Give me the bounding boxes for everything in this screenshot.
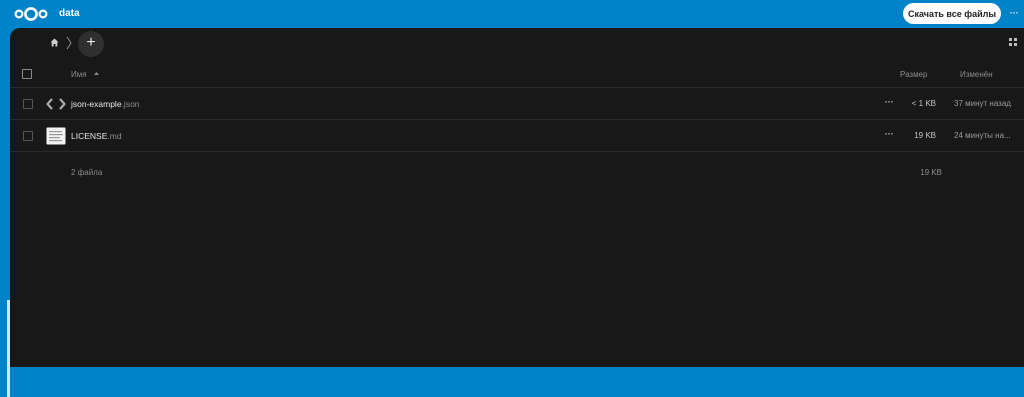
- grid-view-icon[interactable]: [1009, 38, 1017, 46]
- column-header-size[interactable]: Размер: [900, 70, 928, 79]
- column-header-modified[interactable]: Изменён: [960, 70, 993, 79]
- row-checkbox[interactable]: [23, 131, 33, 141]
- grid-view-icon-cell: [1009, 43, 1012, 46]
- file-name[interactable]: LICENSE.md: [71, 131, 122, 141]
- column-header-name[interactable]: Имя: [71, 70, 87, 79]
- grid-view-icon-cell: [1009, 38, 1012, 41]
- table-header: Имя Размер Изменён: [10, 60, 1024, 88]
- file-name[interactable]: json-example.json: [71, 99, 140, 109]
- file-list-panel: + Имя Размер Изменён json-example.json ·…: [10, 28, 1024, 367]
- select-all-checkbox[interactable]: [22, 69, 32, 79]
- top-bar: data Скачать все файлы ···: [0, 0, 1024, 30]
- table-row[interactable]: json-example.json ··· < 1 KB 37 минут на…: [10, 88, 1024, 120]
- table-row[interactable]: LICENSE.md ··· 19 KB 24 минуты на...: [10, 120, 1024, 152]
- row-actions-icon[interactable]: ···: [884, 95, 898, 109]
- add-new-button[interactable]: +: [78, 31, 104, 57]
- grid-view-icon-cell: [1014, 43, 1017, 46]
- row-actions-icon[interactable]: ···: [884, 127, 898, 141]
- file-size: 19 KB: [914, 131, 936, 140]
- left-edge: [0, 30, 10, 397]
- download-all-button[interactable]: Скачать все файлы: [903, 3, 1001, 24]
- row-checkbox[interactable]: [23, 99, 33, 109]
- home-icon[interactable]: [50, 38, 59, 47]
- folder-title: data: [59, 8, 80, 19]
- sort-ascending-icon: [94, 72, 99, 75]
- file-extension: .json: [121, 99, 140, 109]
- summary-file-count: 2 файла: [71, 168, 103, 177]
- file-size: < 1 KB: [911, 99, 936, 108]
- grid-view-icon-cell: [1014, 38, 1017, 41]
- nextcloud-logo-icon[interactable]: [14, 6, 48, 22]
- more-options-icon[interactable]: ···: [1009, 6, 1023, 20]
- breadcrumb-separator-icon: [66, 36, 72, 50]
- file-extension: .md: [107, 131, 122, 141]
- file-basename: LICENSE: [71, 131, 108, 141]
- file-basename: json-example: [71, 99, 122, 109]
- file-modified: 24 минуты на...: [954, 131, 1011, 140]
- text-file-icon: [46, 127, 66, 145]
- summary-total-size: 19 KB: [920, 168, 942, 177]
- file-modified: 37 минут назад: [954, 99, 1011, 108]
- code-file-icon: [46, 98, 66, 110]
